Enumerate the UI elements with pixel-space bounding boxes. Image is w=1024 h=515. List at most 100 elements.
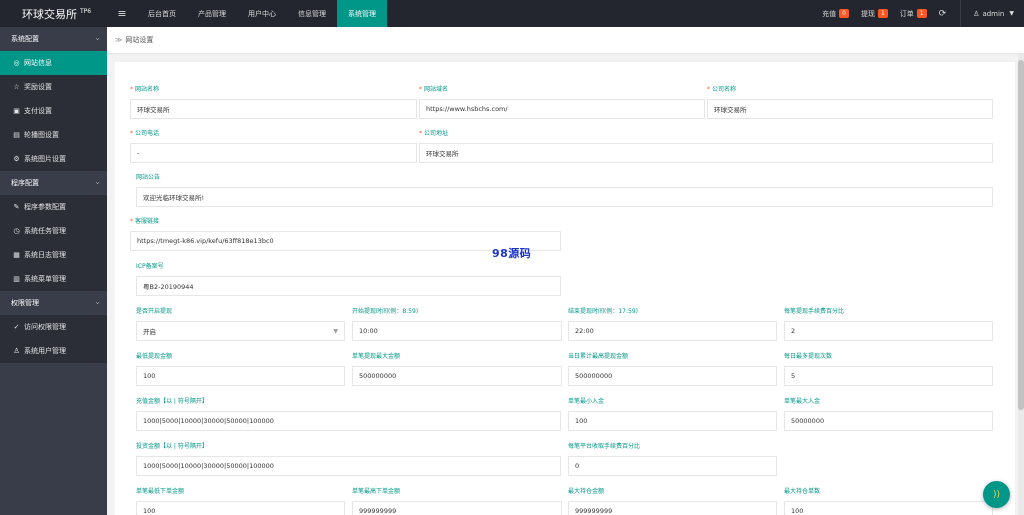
gear-icon: ⚙ <box>13 155 20 163</box>
site-name-field: * 网站名称 环球交易所 <box>130 84 417 119</box>
topnav-products[interactable]: 产品管理 <box>187 0 237 27</box>
star-icon: ☆ <box>13 83 20 91</box>
orders-badge: 1 <box>916 9 927 18</box>
deposit-max-input[interactable]: 50000000 <box>784 411 993 431</box>
withdraw-badge: 1 <box>877 9 888 18</box>
site-notice-input[interactable]: 欢迎光临环球交易所! <box>136 187 993 207</box>
icp-input[interactable]: 粤B2-20190944 <box>136 276 561 296</box>
sidebar-item-reward-settings[interactable]: ☆ 奖励设置 <box>0 75 107 99</box>
refresh-icon[interactable]: ⟳ <box>939 9 947 19</box>
logo: 环球交易所 TP6 <box>22 7 92 21</box>
withdraw-min-field: 最低提现金额 100 <box>136 351 345 386</box>
withdraw-day-times-field: 每日最多提现次数 5 <box>784 351 993 386</box>
deposit-min-input[interactable]: 100 <box>568 411 777 431</box>
withdraw-max-input[interactable]: 500000000 <box>352 366 562 386</box>
sidebar-item-menu-manager[interactable]: ▥ 系统菜单管理 <box>0 267 107 291</box>
withdraw-day-max-input[interactable]: 500000000 <box>568 366 777 386</box>
company-phone-field: * 公司电话 - <box>130 128 417 163</box>
card-icon: ▣ <box>13 107 20 115</box>
withdraw-max-field: 单笔提现最大金额 500000000 <box>352 351 562 386</box>
deposit-min-field: 单笔最小入金 100 <box>568 396 777 431</box>
wrench-icon: ✎ <box>13 203 20 211</box>
order-min-field: 单笔最低下单金额 100 <box>136 486 345 515</box>
sidebar-group-program-config[interactable]: 程序配置 › <box>0 171 107 195</box>
platform-fee-field: 每笔平台收取手续费百分比 0 <box>568 441 777 476</box>
withdraw-open-field: 是否开启提现 开启 ▼ <box>136 306 345 341</box>
user-name: admin <box>982 9 1005 18</box>
settings-form: * 网站名称 环球交易所 * 网站域名 https://www.hsbchs.com… <box>115 62 1015 515</box>
company-address-input[interactable]: 环球交易所 <box>419 143 993 163</box>
withdraw-fee-field: 每笔提现手续费百分比 2 <box>784 306 993 341</box>
topnav-info[interactable]: 信息管理 <box>287 0 337 27</box>
topnav-home[interactable]: 后台首页 <box>137 0 187 27</box>
company-name-input[interactable]: 环球交易所 <box>707 99 993 119</box>
sidebar-item-access-permissions[interactable]: ✓ 访问权限管理 <box>0 315 107 339</box>
user-menu[interactable]: ♙ admin ▼ <box>973 10 1014 18</box>
company-name-field: * 公司名称 环球交易所 <box>707 84 993 119</box>
top-bar: 环球交易所 TP6 ≡ 后台首页 产品管理 用户中心 信息管理 系统管理 充值 0 … <box>0 0 1024 27</box>
recharge-badge: 0 <box>839 9 849 18</box>
sidebar-item-system-images[interactable]: ⚙ 系统图片设置 <box>0 147 107 171</box>
chat-float-button[interactable]: )) <box>983 481 1010 508</box>
user-icon: ♙ <box>973 9 980 18</box>
withdraw-day-times-input[interactable]: 5 <box>784 366 993 386</box>
platform-fee-input[interactable]: 0 <box>568 456 777 476</box>
withdraw-end-field: 结束提现时间(例：17:59) 22:00 <box>568 306 777 341</box>
recharge-link[interactable]: 充值 0 <box>822 9 849 19</box>
orders-link[interactable]: 订单 1 <box>900 9 927 19</box>
hold-max-amount-input[interactable]: 999999999 <box>568 501 777 515</box>
withdraw-start-input[interactable]: 10:00 <box>352 321 562 341</box>
chevron-down-icon: › <box>93 37 102 41</box>
icp-field: ICP备案号 粤B2-20190944 <box>136 261 561 296</box>
chevron-down-icon: › <box>93 301 102 305</box>
sidebar-item-program-params[interactable]: ✎ 程序参数配置 <box>0 195 107 219</box>
breadcrumb-current: 网站设置 <box>125 36 154 44</box>
site-name-input[interactable]: 环球交易所 <box>130 99 417 119</box>
hold-max-count-field: 最大持仓单数 100 <box>784 486 993 515</box>
sidebar-group-permissions[interactable]: 权限管理 › <box>0 291 107 315</box>
order-max-input[interactable]: 999999999 <box>352 501 562 515</box>
hold-max-count-input[interactable]: 100 <box>784 501 993 515</box>
sidebar-group-system-config[interactable]: 系统配置 › <box>0 27 107 51</box>
breadcrumb: ≫ 网站设置 <box>107 27 1024 54</box>
recharge-amounts-field: 充值金额【以 | 符号隔开】 1000|5000|10000|30000|500… <box>136 396 561 431</box>
company-phone-input[interactable]: - <box>130 143 417 163</box>
sidebar-item-site-info[interactable]: ◎ 网站信息 <box>0 51 107 75</box>
invest-amounts-field: 投资金额【以 | 符号隔开】 1000|5000|10000|30000|500… <box>136 441 561 476</box>
withdraw-min-input[interactable]: 100 <box>136 366 345 386</box>
sidebar-item-payment-settings[interactable]: ▣ 支付设置 <box>0 99 107 123</box>
check-circle-icon: ✓ <box>13 323 20 331</box>
topnav-users[interactable]: 用户中心 <box>237 0 287 27</box>
scrollbar-thumb[interactable] <box>1018 60 1024 410</box>
site-domain-input[interactable]: https://www.hsbchs.com/ <box>419 99 705 119</box>
recharge-amounts-input[interactable]: 1000|5000|10000|30000|50000|100000 <box>136 411 561 431</box>
withdraw-link[interactable]: 提现 1 <box>861 9 888 19</box>
withdraw-end-input[interactable]: 22:00 <box>568 321 777 341</box>
globe-icon: ◎ <box>13 59 20 67</box>
calendar-icon: ▦ <box>13 251 20 259</box>
menu-toggle-icon[interactable]: ≡ <box>107 0 137 27</box>
user-icon: ♙ <box>13 347 20 355</box>
menu-icon: ▥ <box>13 275 20 283</box>
sidebar-item-task-manager[interactable]: ◷ 系统任务管理 <box>0 219 107 243</box>
top-nav: 后台首页 产品管理 用户中心 信息管理 系统管理 <box>137 0 387 27</box>
withdraw-open-select[interactable]: 开启 ▼ <box>136 321 345 341</box>
sidebar-item-carousel-settings[interactable]: ▤ 轮播图设置 <box>0 123 107 147</box>
company-address-field: * 公司地址 环球交易所 <box>419 128 993 163</box>
invest-amounts-input[interactable]: 1000|5000|10000|30000|50000|100000 <box>136 456 561 476</box>
top-right-actions: 充值 0 提现 1 订单 1 ⟳ ♙ admin ▼ <box>822 0 1024 27</box>
order-max-field: 单笔最高下单金额 999999999 <box>352 486 562 515</box>
hold-max-amount-field: 最大持仓金额 999999999 <box>568 486 777 515</box>
chevron-down-icon: ▼ <box>1009 10 1014 17</box>
sidebar-item-log-manager[interactable]: ▦ 系统日志管理 <box>0 243 107 267</box>
topnav-system[interactable]: 系统管理 <box>337 0 387 27</box>
sound-wave-icon: )) <box>992 489 1001 500</box>
site-notice-field: 网站公告 欢迎光临环球交易所! <box>136 172 993 207</box>
site-domain-field: * 网站域名 https://www.hsbchs.com/ <box>419 84 705 119</box>
order-min-input[interactable]: 100 <box>136 501 345 515</box>
withdraw-day-max-field: 当日累计最高提现金额 500000000 <box>568 351 777 386</box>
sidebar: 系统配置 › ◎ 网站信息 ☆ 奖励设置 ▣ 支付设置 ▤ 轮播图设置 ⚙ 系统图片设置 程… <box>0 27 107 515</box>
sidebar-item-system-users[interactable]: ♙ 系统用户管理 <box>0 339 107 363</box>
withdraw-fee-input[interactable]: 2 <box>784 321 993 341</box>
chevron-down-icon: ▼ <box>333 327 338 335</box>
